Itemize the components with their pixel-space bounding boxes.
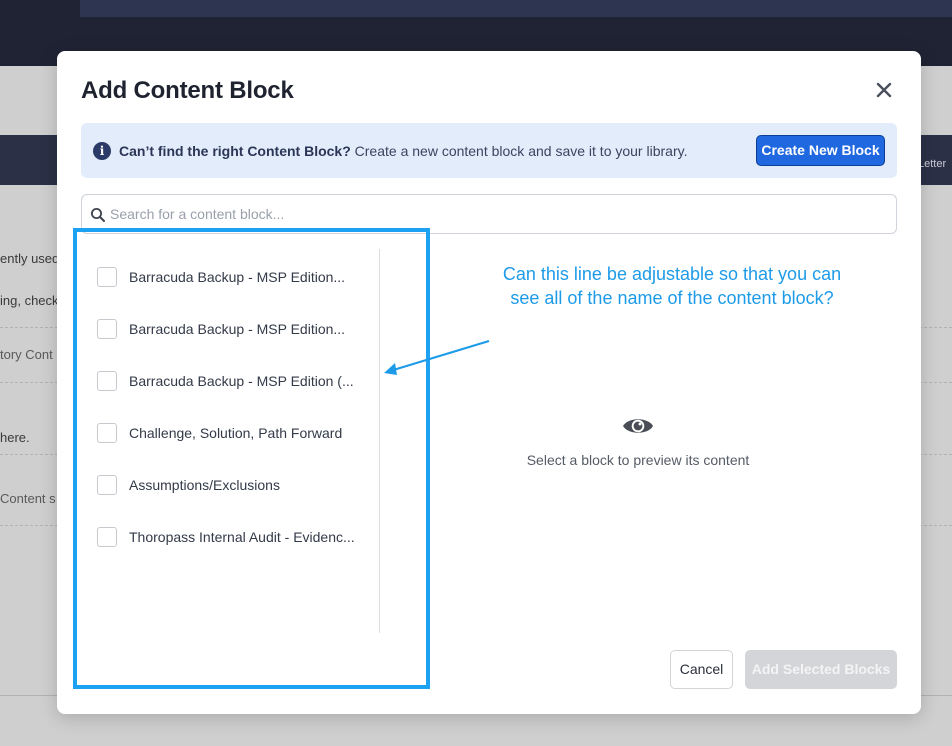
close-button[interactable]	[873, 79, 895, 101]
annotation-highlight-box	[73, 228, 430, 689]
info-banner-body-text: Create a new content block and save it t…	[350, 143, 688, 159]
background-topbar-inner	[80, 0, 952, 17]
search-input[interactable]	[110, 196, 890, 232]
annotation-comment: Can this line be adjustable so that you …	[502, 264, 842, 308]
info-banner-text: Can’t find the right Content Block? Crea…	[119, 143, 687, 159]
close-icon	[876, 82, 892, 98]
background-text: Content s	[0, 491, 56, 506]
info-banner-bold-text: Can’t find the right Content Block?	[119, 143, 351, 159]
cancel-button[interactable]: Cancel	[670, 650, 733, 689]
search-icon	[91, 208, 105, 222]
info-banner: i Can’t find the right Content Block? Cr…	[81, 123, 897, 178]
modal-title: Add Content Block	[81, 77, 294, 104]
background-text: ing, check	[0, 293, 59, 308]
info-icon: i	[93, 142, 111, 160]
create-new-block-button[interactable]: Create New Block	[756, 135, 885, 166]
eye-icon	[623, 419, 653, 433]
background-text: here.	[0, 430, 30, 445]
background-letter-label: Letter	[918, 158, 947, 170]
background-text: ently used	[0, 251, 60, 266]
preview-placeholder-text: Select a block to preview its content	[526, 452, 750, 468]
background-text: tory Cont	[0, 347, 53, 362]
add-selected-blocks-button[interactable]: Add Selected Blocks	[745, 650, 897, 689]
